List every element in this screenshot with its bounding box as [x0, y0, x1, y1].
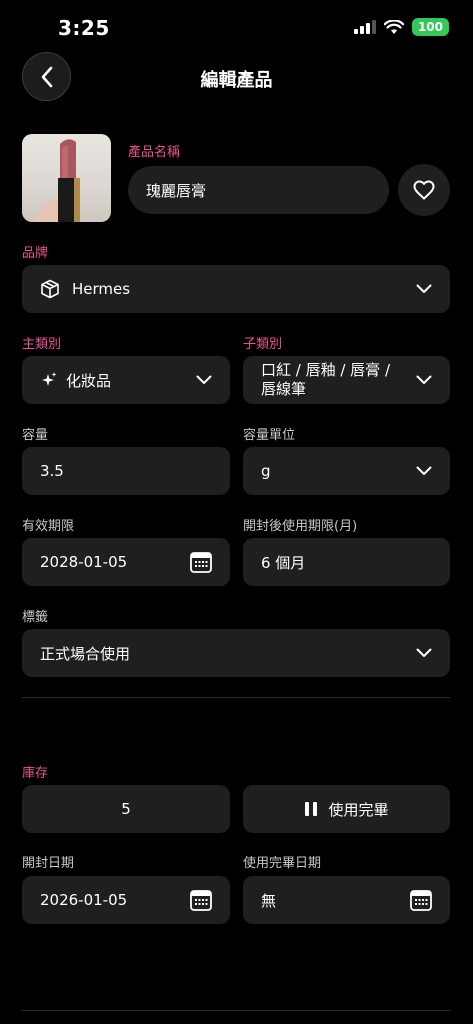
calendar-icon [190, 890, 212, 911]
favorite-button[interactable] [398, 164, 450, 216]
product-name-input[interactable]: 瑰麗唇膏 [128, 166, 389, 214]
opened-date-input[interactable]: 2026-01-05 [22, 876, 230, 924]
capacity-value: 3.5 [40, 462, 64, 480]
sparkles-icon [42, 372, 57, 386]
inventory-label: 庫存 [22, 766, 49, 781]
inventory-value: 5 [121, 800, 131, 818]
sub-category-value-line1: 口紅 / 唇釉 / 唇膏 / [261, 361, 391, 379]
product-name-label: 產品名稱 [128, 145, 181, 160]
calendar-icon [410, 890, 432, 911]
pause-icon [305, 802, 318, 816]
box-icon [41, 279, 59, 299]
sub-category-value-line2: 唇線筆 [261, 380, 307, 398]
expiry-label: 有效期限 [22, 519, 75, 534]
capacity-unit-select[interactable]: g [243, 447, 450, 495]
used-up-button-label: 使用完畢 [328, 800, 389, 819]
expiry-date-input[interactable]: 2028-01-05 [22, 538, 230, 586]
finished-date-input[interactable]: 無 [243, 876, 450, 924]
chevron-down-icon [416, 466, 432, 475]
section-divider [22, 697, 450, 698]
status-time: 3:25 [58, 16, 110, 40]
bottom-divider [22, 1010, 450, 1011]
finished-date-label: 使用完畢日期 [243, 856, 322, 871]
calendar-icon [190, 552, 212, 573]
cellular-signal-icon [353, 20, 376, 34]
main-category-select[interactable]: 化妝品 [22, 356, 230, 404]
used-up-button[interactable]: 使用完畢 [243, 785, 450, 833]
brand-value: Hermes [72, 280, 131, 298]
capacity-unit-value: g [261, 462, 271, 480]
tags-label: 標籤 [22, 610, 49, 625]
product-name-value: 瑰麗唇膏 [146, 181, 207, 200]
main-category-label: 主類別 [22, 337, 62, 352]
after-open-period-value: 6 個月 [261, 553, 306, 572]
expiry-date-value: 2028-01-05 [40, 553, 128, 571]
heart-icon [413, 180, 435, 200]
capacity-input[interactable]: 3.5 [22, 447, 230, 495]
chevron-down-icon [416, 284, 432, 293]
chevron-down-icon [416, 375, 432, 384]
opened-date-value: 2026-01-05 [40, 891, 128, 909]
sub-category-select[interactable]: 口紅 / 唇釉 / 唇膏 / 唇線筆 [243, 356, 450, 404]
tags-select[interactable]: 正式場合使用 [22, 629, 450, 677]
status-icons: 100 [353, 18, 449, 36]
capacity-label: 容量 [22, 428, 49, 443]
capacity-unit-label: 容量單位 [243, 428, 296, 443]
product-image[interactable] [22, 134, 111, 222]
page-title: 編輯產品 [200, 70, 273, 91]
chevron-down-icon [416, 648, 432, 657]
opened-date-label: 開封日期 [22, 856, 75, 871]
inventory-input[interactable]: 5 [22, 785, 230, 833]
finished-date-value: 無 [261, 891, 277, 910]
main-category-value: 化妝品 [66, 371, 112, 390]
brand-label: 品牌 [22, 246, 49, 261]
sub-category-label: 子類別 [243, 337, 283, 352]
battery-indicator: 100 [411, 18, 449, 36]
after-open-period-input[interactable]: 6 個月 [243, 538, 450, 586]
after-open-period-label: 開封後使用期限(月) [243, 519, 358, 534]
brand-select[interactable]: Hermes [22, 265, 450, 313]
tags-value: 正式場合使用 [40, 644, 131, 663]
wifi-icon [383, 19, 404, 34]
chevron-down-icon [196, 375, 212, 384]
